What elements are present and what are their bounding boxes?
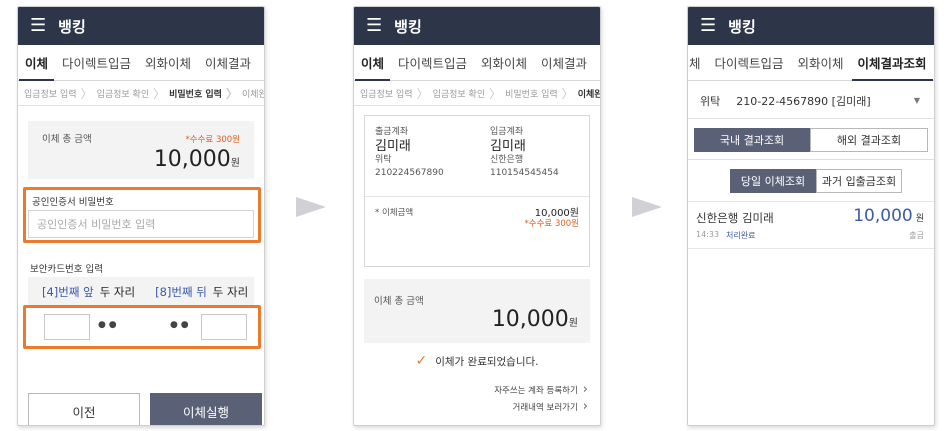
period-segment: 당일 이체조회 과거 입출금조회	[730, 169, 902, 193]
result-type: 출금	[909, 231, 924, 240]
check-icon: ✓	[415, 353, 428, 369]
transfer-detail-card: 출금계좌 김미래 위탁 210224567890 입금계좌 김미래 신한은행 1…	[364, 115, 590, 267]
step-2: 입금정보 확인 〉	[96, 86, 166, 101]
dropdown-arrow-icon: ▼	[913, 96, 920, 105]
app-bar: ☰ 뱅킹	[354, 7, 600, 45]
hamburger-menu-icon[interactable]: ☰	[700, 17, 716, 35]
total-amount-box: 이체 총 금액 *수수료 300원 10,000원	[28, 121, 254, 179]
chevron-right-icon: ›	[582, 399, 588, 414]
fee-note: *수수료 300원	[185, 135, 240, 145]
tab-foreign-transfer[interactable]: 외화이체	[481, 53, 527, 80]
front-digit-hint: [4]번째 앞	[42, 285, 94, 299]
chevron-right-icon: ›	[582, 382, 588, 397]
app-bar: ☰ 뱅킹	[688, 7, 934, 45]
result-status: 처리완료	[726, 231, 756, 240]
flow-arrow-icon	[296, 197, 326, 217]
register-account-link-text: 자주쓰는 계좌 등록하기	[494, 385, 578, 396]
result-row[interactable]: 신한은행 김미래 10,000 원 14:33 처리완료 출금	[688, 201, 934, 249]
app-title: 뱅킹	[394, 17, 422, 36]
account-type: 위탁	[700, 94, 721, 108]
tab-direct-deposit[interactable]: 다이렉트입금	[398, 53, 467, 80]
tab-transfer[interactable]: 이체	[18, 53, 55, 81]
tab-direct-deposit[interactable]: 다이렉트입금	[715, 53, 784, 80]
back-digit-count: 두 자리	[212, 285, 249, 299]
from-account-bank: 위탁	[375, 155, 392, 165]
tab-foreign-transfer[interactable]: 외화이체	[798, 53, 844, 80]
register-account-link[interactable]: 자주쓰는 계좌 등록하기 ›	[494, 382, 588, 397]
tab-transfer[interactable]: 이체	[354, 53, 391, 81]
past-history-tab[interactable]: 과거 입출금조회	[816, 169, 902, 193]
tab-transfer-result[interactable]: 이체결과	[541, 53, 587, 80]
front-digit-count: 두 자리	[99, 285, 136, 299]
to-account-label: 입금계좌	[490, 127, 524, 137]
step-3: 비밀번호 입력 〉	[505, 86, 574, 101]
result-recipient: 신한은행 김미래	[696, 211, 774, 225]
step-1: 입금정보 입력 〉	[360, 86, 429, 101]
view-history-link[interactable]: 거래내역 보러가기 ›	[513, 399, 588, 414]
screen-password-input: ☰ 뱅킹 이체 다이렉트입금 외화이체 이체결과 입금정보 입력 〉 입금정보 확…	[17, 6, 265, 426]
to-account-number: 110154545454	[490, 168, 559, 178]
overseas-result-tab[interactable]: 해외 결과조회	[810, 128, 928, 152]
account-number: 210-22-4567890 [김미래]	[736, 94, 871, 108]
tab-bar: 이체 다이렉트입금 외화이체 이체결과	[18, 45, 264, 81]
tab-transfer-result[interactable]: 이체결과조회	[851, 53, 933, 81]
step-2: 입금정보 확인 〉	[432, 86, 502, 101]
app-bar: ☰ 뱅킹	[18, 7, 264, 45]
tab-bar: 체 다이렉트입금 외화이체 이체결과조회	[688, 45, 934, 81]
hamburger-menu-icon[interactable]: ☰	[30, 17, 46, 35]
today-transfer-tab[interactable]: 당일 이체조회	[730, 169, 816, 193]
tab-transfer[interactable]: 체	[689, 53, 701, 80]
segment-divider	[688, 159, 934, 160]
result-time: 14:33	[696, 230, 720, 239]
region-segment: 국내 결과조회 해외 결과조회	[694, 128, 928, 152]
detail-divider	[365, 196, 589, 197]
tab-foreign-transfer[interactable]: 외화이체	[145, 53, 191, 80]
execute-transfer-button[interactable]: 이체실행	[150, 393, 262, 425]
complete-message: 이체가 완료되었습니다.	[435, 355, 539, 368]
screen-transfer-complete: ☰ 뱅킹 이체 다이렉트입금 외화이체 이체결과 입금정보 입력 〉 입금정보 확…	[353, 6, 601, 426]
step-1: 입금정보 입력 〉	[24, 86, 93, 101]
from-account-number: 210224567890	[375, 168, 444, 178]
app-title: 뱅킹	[58, 17, 86, 36]
to-account-block: 입금계좌 김미래 신한은행 110154545454	[490, 126, 559, 180]
complete-message-row: ✓ 이체가 완료되었습니다.	[354, 353, 600, 369]
back-digit-hint: [8]번째 뒤	[155, 285, 207, 299]
to-account-name: 김미래	[490, 139, 526, 154]
hamburger-menu-icon[interactable]: ☰	[366, 17, 382, 35]
total-amount-label: 이체 총 금액	[42, 134, 92, 145]
to-account-bank: 신한은행	[490, 155, 524, 165]
step-indicator: 입금정보 입력〉 입금정보 확인〉 비밀번호 입력〉 이체완료	[354, 81, 600, 106]
from-account-label: 출금계좌	[375, 127, 409, 137]
total-amount-label: 이체 총 금액	[374, 296, 424, 307]
card-highlight-frame	[23, 305, 261, 349]
security-card-label: 보안카드번호 입력	[30, 264, 103, 275]
step-indicator: 입금정보 입력〉 입금정보 확인〉 비밀번호 입력〉 이체완료	[18, 81, 264, 106]
transfer-amount-label: * 이체금액	[375, 208, 414, 218]
from-account-name: 김미래	[375, 139, 411, 154]
tab-direct-deposit[interactable]: 다이렉트입금	[62, 53, 131, 80]
screen-transfer-result: ☰ 뱅킹 체 다이렉트입금 외화이체 이체결과조회 위탁 210-22-4567…	[687, 6, 935, 426]
total-amount: 10,000원	[491, 307, 578, 332]
domestic-result-tab[interactable]: 국내 결과조회	[694, 128, 810, 152]
security-card-hints: [4]번째 앞 두 자리 [8]번째 뒤 두 자리	[28, 277, 254, 307]
flow-arrow-icon	[632, 197, 662, 217]
account-selector[interactable]: 위탁 210-22-4567890 [김미래] ▼	[688, 83, 934, 119]
step-4: 이체완료	[577, 89, 600, 100]
tab-bar: 이체 다이렉트입금 외화이체 이체결과	[354, 45, 600, 81]
app-title: 뱅킹	[728, 17, 756, 36]
view-history-link-text: 거래내역 보러가기	[512, 402, 578, 413]
cert-highlight-frame	[23, 187, 261, 243]
result-amount: 10,000 원	[853, 206, 924, 226]
tab-transfer-result[interactable]: 이체결과	[205, 53, 251, 80]
fee-note: *수수료 300원	[524, 219, 579, 229]
from-account-block: 출금계좌 김미래 위탁 210224567890	[375, 126, 444, 180]
total-amount: 10,000원	[153, 147, 240, 172]
prev-button[interactable]: 이전	[28, 393, 140, 425]
step-4: 이체완료	[241, 89, 264, 100]
step-3: 비밀번호 입력 〉	[169, 86, 238, 101]
total-amount-box: 이체 총 금액 10,000원	[364, 279, 590, 343]
